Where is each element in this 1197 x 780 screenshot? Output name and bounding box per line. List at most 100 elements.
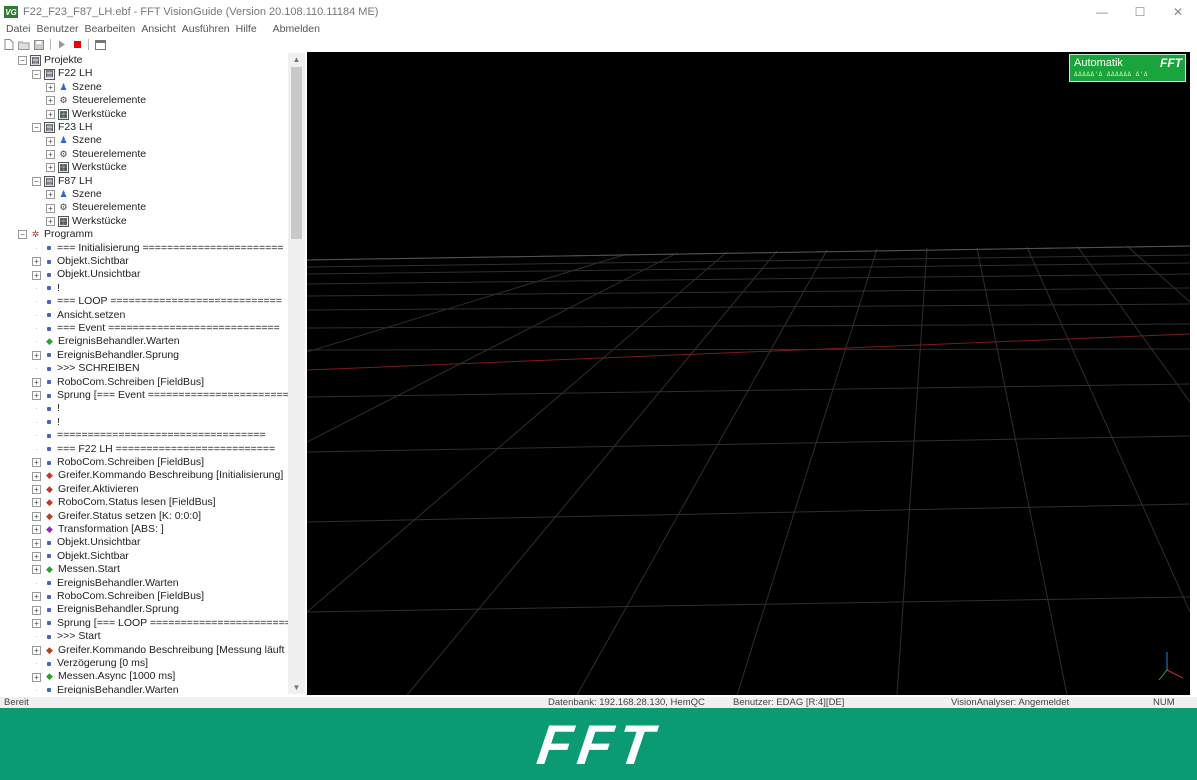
expand-icon[interactable]: + bbox=[32, 525, 41, 535]
tree-item[interactable]: + ⚙ Steuerelemente bbox=[46, 201, 146, 214]
tree-item[interactable]: · Ansicht.setzen bbox=[32, 309, 125, 322]
tree-item[interactable]: + ⚙ Steuerelemente bbox=[46, 148, 146, 161]
tree-item[interactable]: · >>> SCHREIBEN bbox=[32, 362, 139, 375]
expand-icon[interactable]: + bbox=[46, 216, 55, 226]
tree-item[interactable]: + RoboCom.Schreiben [FieldBus] bbox=[32, 456, 204, 469]
expand-icon[interactable]: + bbox=[46, 190, 55, 200]
collapse-icon[interactable]: − bbox=[32, 176, 41, 186]
maximize-button[interactable]: ☐ bbox=[1121, 0, 1159, 24]
scroll-thumb[interactable] bbox=[291, 67, 302, 239]
expand-icon[interactable]: + bbox=[32, 350, 41, 360]
tree-item[interactable]: ·! bbox=[32, 282, 60, 295]
expand-icon[interactable]: + bbox=[46, 136, 55, 146]
tree-item[interactable]: + Objekt.Sichtbar bbox=[32, 255, 129, 268]
tree-item[interactable]: + ♟ Szene bbox=[46, 134, 102, 147]
expand-icon[interactable]: + bbox=[32, 377, 41, 387]
expand-icon[interactable]: + bbox=[32, 672, 41, 682]
expand-icon[interactable]: + bbox=[32, 551, 41, 561]
collapse-icon[interactable]: − bbox=[18, 230, 27, 240]
tree-item[interactable]: + Objekt.Unsichtbar bbox=[32, 536, 140, 549]
tree-item[interactable]: + EreignisBehandler.Sprung bbox=[32, 603, 179, 616]
expand-icon[interactable]: + bbox=[32, 484, 41, 494]
menu-ansicht[interactable]: Ansicht bbox=[141, 23, 175, 35]
expand-icon[interactable]: + bbox=[46, 109, 55, 119]
menu-abmelden[interactable]: Abmelden bbox=[273, 23, 320, 35]
tree-item[interactable]: + ◆ Greifer.Kommando Beschreibung [Initial… bbox=[32, 469, 283, 482]
menu-datei[interactable]: Datei bbox=[6, 23, 31, 35]
save-icon[interactable] bbox=[33, 39, 45, 51]
project-tree[interactable]: − ▤ Projekte − ▤ F22 LH + ♟ Szene + ⚙ Steuerelement… bbox=[15, 53, 305, 694]
menu-bearbeiten[interactable]: Bearbeiten bbox=[85, 23, 136, 35]
tree-item[interactable]: + Sprung [=== LOOP ======================… bbox=[32, 617, 303, 630]
expand-icon[interactable]: + bbox=[32, 257, 41, 267]
tree-item[interactable]: + ▦ Werkstücke bbox=[46, 108, 127, 121]
expand-icon[interactable]: + bbox=[32, 471, 41, 481]
tree-item[interactable]: · ================================== bbox=[32, 429, 265, 442]
expand-icon[interactable]: + bbox=[46, 82, 55, 92]
tree-item[interactable]: · ◆ EreignisBehandler.Warten bbox=[32, 335, 179, 348]
tree-item[interactable]: · EreignisBehandler.Warten bbox=[32, 577, 178, 590]
expand-icon[interactable]: + bbox=[32, 645, 41, 655]
tree-item[interactable]: − ▤ Projekte bbox=[18, 54, 83, 67]
tree-item[interactable]: + ⚙ Steuerelemente bbox=[46, 94, 146, 107]
play-icon[interactable] bbox=[56, 39, 68, 51]
expand-icon[interactable]: + bbox=[32, 498, 41, 508]
tree-scrollbar[interactable]: ▲ ▼ bbox=[288, 53, 305, 694]
expand-icon[interactable]: + bbox=[32, 391, 41, 401]
3d-viewport[interactable]: Automatik FFT ΔΔΔΔΔ'Δ ΔΔΔΔΔΔ Δ'Δ bbox=[307, 52, 1190, 695]
tree-item[interactable]: ·! bbox=[32, 402, 60, 415]
new-file-icon[interactable] bbox=[3, 39, 15, 51]
tree-item[interactable]: + Sprung [=== Event =====================… bbox=[32, 389, 301, 402]
menu-benutzer[interactable]: Benutzer bbox=[37, 23, 79, 35]
expand-icon[interactable]: + bbox=[32, 458, 41, 468]
tree-item[interactable]: ·! bbox=[32, 416, 60, 429]
tree-item[interactable]: · === Event ============================ bbox=[32, 322, 280, 335]
tree-item[interactable]: + ◆ Messen.Async [1000 ms] bbox=[32, 670, 175, 683]
tree-item[interactable]: + Objekt.Unsichtbar bbox=[32, 268, 140, 281]
expand-icon[interactable]: + bbox=[32, 605, 41, 615]
tree-item[interactable]: − ▤ F23 LH bbox=[32, 121, 92, 134]
tree-item[interactable]: + Objekt.Sichtbar bbox=[32, 550, 129, 563]
tree-item[interactable]: · EreignisBehandler.Warten bbox=[32, 684, 178, 694]
expand-icon[interactable]: + bbox=[46, 149, 55, 159]
expand-icon[interactable]: + bbox=[32, 565, 41, 575]
tree-item[interactable]: · === Initialisierung ===================… bbox=[32, 242, 283, 255]
expand-icon[interactable]: + bbox=[46, 203, 55, 213]
tree-item[interactable]: · === LOOP ============================ bbox=[32, 295, 282, 308]
tree-item[interactable]: + ◆ Greifer.Status setzen [K: 0:0:0] bbox=[32, 510, 201, 523]
collapse-icon[interactable]: − bbox=[32, 123, 41, 133]
scroll-up-icon[interactable]: ▲ bbox=[288, 53, 305, 66]
tree-item[interactable]: − ✲ Programm bbox=[18, 228, 93, 241]
tree-item[interactable]: + ▦ Werkstücke bbox=[46, 161, 127, 174]
tree-item[interactable]: · === F22 LH ========================== bbox=[32, 443, 275, 456]
tree-item[interactable]: + ◆ Greifer.Kommando Beschreibung [Messung… bbox=[32, 644, 299, 657]
stop-icon[interactable] bbox=[71, 39, 83, 51]
tree-item[interactable]: · >>> Start bbox=[32, 630, 100, 643]
collapse-icon[interactable]: − bbox=[18, 56, 27, 66]
tree-item[interactable]: + EreignisBehandler.Sprung bbox=[32, 349, 179, 362]
tree-item[interactable]: + ◆ Greifer.Aktivieren bbox=[32, 483, 139, 496]
tree-item[interactable]: · Verzögerung [0 ms] bbox=[32, 657, 148, 670]
expand-icon[interactable]: + bbox=[32, 538, 41, 548]
scroll-down-icon[interactable]: ▼ bbox=[288, 681, 305, 694]
expand-icon[interactable]: + bbox=[32, 592, 41, 602]
menu-hilfe[interactable]: Hilfe bbox=[236, 23, 257, 35]
tree-item[interactable]: − ▤ F22 LH bbox=[32, 67, 92, 80]
tree-item[interactable]: − ▤ F87 LH bbox=[32, 175, 92, 188]
close-button[interactable]: ✕ bbox=[1159, 0, 1197, 24]
tree-item[interactable]: + RoboCom.Schreiben [FieldBus] bbox=[32, 376, 204, 389]
tree-item[interactable]: + RoboCom.Schreiben [FieldBus] bbox=[32, 590, 204, 603]
minimize-button[interactable]: — bbox=[1083, 0, 1121, 24]
tree-item[interactable]: + ◆ RoboCom.Status lesen [FieldBus] bbox=[32, 496, 216, 509]
menu-ausfuehren[interactable]: Ausführen bbox=[182, 23, 230, 35]
window-layout-icon[interactable] bbox=[94, 39, 106, 51]
expand-icon[interactable]: + bbox=[32, 270, 41, 280]
tree-item[interactable]: + ▦ Werkstücke bbox=[46, 215, 127, 228]
tree-item[interactable]: + ◆ Transformation [ABS: ] bbox=[32, 523, 164, 536]
expand-icon[interactable]: + bbox=[46, 96, 55, 106]
open-folder-icon[interactable] bbox=[18, 39, 30, 51]
expand-icon[interactable]: + bbox=[46, 163, 55, 173]
tree-item[interactable]: + ♟ Szene bbox=[46, 81, 102, 94]
expand-icon[interactable]: + bbox=[32, 618, 41, 628]
tree-item[interactable]: + ◆ Messen.Start bbox=[32, 563, 120, 576]
